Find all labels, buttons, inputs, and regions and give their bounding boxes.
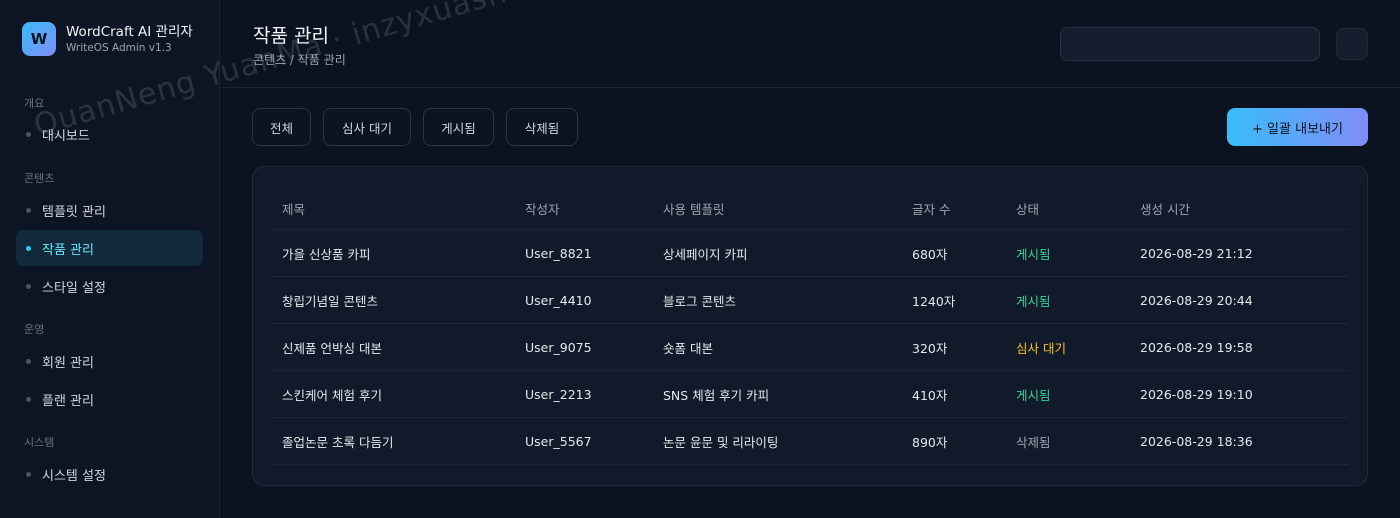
sidebar-item-plans[interactable]: 플랜 관리 bbox=[16, 381, 203, 417]
sidebar: W WordCraft AI 관리자 WriteOS Admin v1.3 개요… bbox=[0, 0, 220, 518]
page-header: 작품 관리 콘텐츠 / 작품 관리 bbox=[221, 0, 1400, 88]
cell-author: User_8821 bbox=[525, 245, 592, 261]
cell-title: 창립기념일 콘텐츠 bbox=[282, 293, 378, 309]
bulk-export-button[interactable]: + 일괄 내보내기 bbox=[1227, 108, 1368, 146]
column-header-chars: 글자 수 bbox=[912, 201, 951, 217]
sidebar-item-label: 시스템 설정 bbox=[42, 468, 106, 484]
sidebar-section-content: 콘텐츠 bbox=[24, 172, 55, 185]
column-header-template: 사용 템플릿 bbox=[663, 201, 725, 217]
brand-text: WordCraft AI 관리자 WriteOS Admin v1.3 bbox=[66, 23, 193, 55]
status-badge: 게시됨 bbox=[1016, 387, 1051, 403]
cell-title: 스킨케어 체험 후기 bbox=[282, 387, 382, 403]
sidebar-item-system-settings[interactable]: 시스템 설정 bbox=[16, 456, 203, 492]
cell-created: 2026-08-29 19:10 bbox=[1140, 386, 1253, 402]
cell-template: 논문 윤문 및 리라이팅 bbox=[663, 434, 779, 450]
cell-chars: 890자 bbox=[912, 434, 948, 450]
bullet-icon bbox=[26, 283, 31, 289]
table-row[interactable]: 창립기념일 콘텐츠 User_4410 블로그 콘텐츠 1240자 게시됨 20… bbox=[272, 277, 1348, 324]
column-header-title: 제목 bbox=[282, 201, 306, 217]
brand: W WordCraft AI 관리자 WriteOS Admin v1.3 bbox=[22, 22, 193, 56]
status-badge: 삭제됨 bbox=[1016, 434, 1051, 450]
brand-title: WordCraft AI 관리자 bbox=[66, 24, 193, 40]
sidebar-section-overview: 개요 bbox=[24, 97, 45, 110]
bullet-icon bbox=[26, 396, 31, 402]
cell-template: 블로그 콘텐츠 bbox=[663, 293, 736, 309]
bullet-icon bbox=[26, 207, 31, 213]
sidebar-section-system: 시스템 bbox=[24, 436, 55, 449]
cell-template: 상세페이지 카피 bbox=[663, 246, 748, 262]
table-row[interactable]: 졸업논문 초록 다듬기 User_5567 논문 윤문 및 리라이팅 890자 … bbox=[272, 418, 1348, 465]
breadcrumb: 콘텐츠 / 작품 관리 bbox=[253, 53, 346, 67]
sidebar-item-label: 스타일 설정 bbox=[42, 280, 106, 296]
app-root: W WordCraft AI 관리자 WriteOS Admin v1.3 개요… bbox=[0, 0, 1400, 518]
bullet-icon bbox=[26, 471, 31, 477]
cell-author: User_9075 bbox=[525, 339, 592, 355]
sidebar-item-members[interactable]: 회원 관리 bbox=[16, 343, 203, 379]
bullet-icon bbox=[26, 245, 31, 251]
works-table-card: 제목 작성자 사용 템플릿 글자 수 상태 생성 시간 가을 신상품 카피 Us… bbox=[252, 166, 1368, 486]
cell-template: SNS 체험 후기 카피 bbox=[663, 387, 770, 403]
sidebar-item-dashboard[interactable]: 대시보드 bbox=[16, 116, 203, 152]
cell-chars: 320자 bbox=[912, 340, 948, 356]
tab-all[interactable]: 전체 bbox=[252, 108, 311, 146]
bullet-icon bbox=[26, 131, 31, 137]
cell-title: 가을 신상품 카피 bbox=[282, 246, 371, 262]
tab-pending[interactable]: 심사 대기 bbox=[323, 108, 411, 146]
column-header-status: 상태 bbox=[1016, 201, 1040, 217]
sidebar-item-label: 대시보드 bbox=[42, 128, 90, 144]
table-header: 제목 작성자 사용 템플릿 글자 수 상태 생성 시간 bbox=[272, 187, 1348, 230]
column-header-author: 작성자 bbox=[525, 201, 560, 217]
status-badge: 게시됨 bbox=[1016, 246, 1051, 262]
cell-created: 2026-08-29 20:44 bbox=[1140, 292, 1253, 308]
column-header-created: 생성 시간 bbox=[1140, 201, 1190, 217]
header-action-button[interactable] bbox=[1336, 28, 1368, 60]
sidebar-item-styles[interactable]: 스타일 설정 bbox=[16, 268, 203, 304]
sidebar-item-label: 템플릿 관리 bbox=[42, 204, 106, 220]
sidebar-item-label: 플랜 관리 bbox=[42, 393, 94, 409]
cell-title: 신제품 언박싱 대본 bbox=[282, 340, 382, 356]
cell-author: User_4410 bbox=[525, 292, 592, 308]
status-badge: 게시됨 bbox=[1016, 293, 1051, 309]
cell-created: 2026-08-29 18:36 bbox=[1140, 433, 1253, 449]
bullet-icon bbox=[26, 358, 31, 364]
table-row[interactable]: 스킨케어 체험 후기 User_2213 SNS 체험 후기 카피 410자 게… bbox=[272, 371, 1348, 418]
search-input[interactable] bbox=[1060, 27, 1320, 61]
cell-chars: 410자 bbox=[912, 387, 948, 403]
tab-deleted[interactable]: 삭제됨 bbox=[506, 108, 578, 146]
sidebar-section-operations: 운영 bbox=[24, 323, 45, 336]
page-title: 작품 관리 bbox=[253, 25, 329, 47]
sidebar-item-templates[interactable]: 템플릿 관리 bbox=[16, 192, 203, 228]
cell-title: 졸업논문 초록 다듬기 bbox=[282, 434, 394, 450]
tab-published[interactable]: 게시됨 bbox=[423, 108, 494, 146]
cell-author: User_2213 bbox=[525, 386, 592, 402]
table-row[interactable]: 신제품 언박싱 대본 User_9075 숏폼 대본 320자 심사 대기 20… bbox=[272, 324, 1348, 371]
status-badge: 심사 대기 bbox=[1016, 340, 1066, 356]
cell-created: 2026-08-29 21:12 bbox=[1140, 245, 1253, 261]
sidebar-item-label: 작품 관리 bbox=[42, 242, 94, 258]
brand-subtitle: WriteOS Admin v1.3 bbox=[66, 42, 172, 54]
cell-author: User_5567 bbox=[525, 433, 592, 449]
main-content: 작품 관리 콘텐츠 / 작품 관리 전체 심사 대기 게시됨 삭제됨 + 일괄 … bbox=[221, 0, 1400, 518]
cell-created: 2026-08-29 19:58 bbox=[1140, 339, 1253, 355]
works-table: 제목 작성자 사용 템플릿 글자 수 상태 생성 시간 가을 신상품 카피 Us… bbox=[272, 187, 1348, 465]
cell-template: 숏폼 대본 bbox=[663, 340, 713, 356]
logo-icon: W bbox=[22, 22, 56, 56]
cell-chars: 1240자 bbox=[912, 293, 956, 309]
sidebar-item-works[interactable]: 작품 관리 bbox=[16, 230, 203, 266]
table-row[interactable]: 가을 신상품 카피 User_8821 상세페이지 카피 680자 게시됨 20… bbox=[272, 230, 1348, 277]
sidebar-item-label: 회원 관리 bbox=[42, 355, 94, 371]
cell-chars: 680자 bbox=[912, 246, 948, 262]
